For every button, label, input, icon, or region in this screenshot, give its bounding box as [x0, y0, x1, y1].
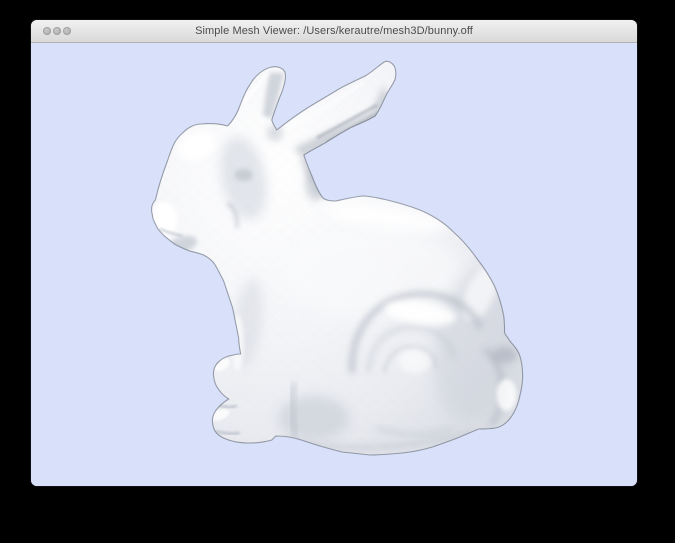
traffic-lights: [43, 20, 71, 42]
mesh-viewport[interactable]: [31, 43, 637, 486]
minimize-button[interactable]: [53, 27, 61, 35]
zoom-button[interactable]: [63, 27, 71, 35]
close-button[interactable]: [43, 27, 51, 35]
titlebar[interactable]: Simple Mesh Viewer: /Users/kerautre/mesh…: [31, 20, 637, 43]
bunny-mesh: [31, 43, 637, 486]
window-title: Simple Mesh Viewer: /Users/kerautre/mesh…: [195, 20, 473, 42]
app-window: Simple Mesh Viewer: /Users/kerautre/mesh…: [31, 20, 637, 486]
